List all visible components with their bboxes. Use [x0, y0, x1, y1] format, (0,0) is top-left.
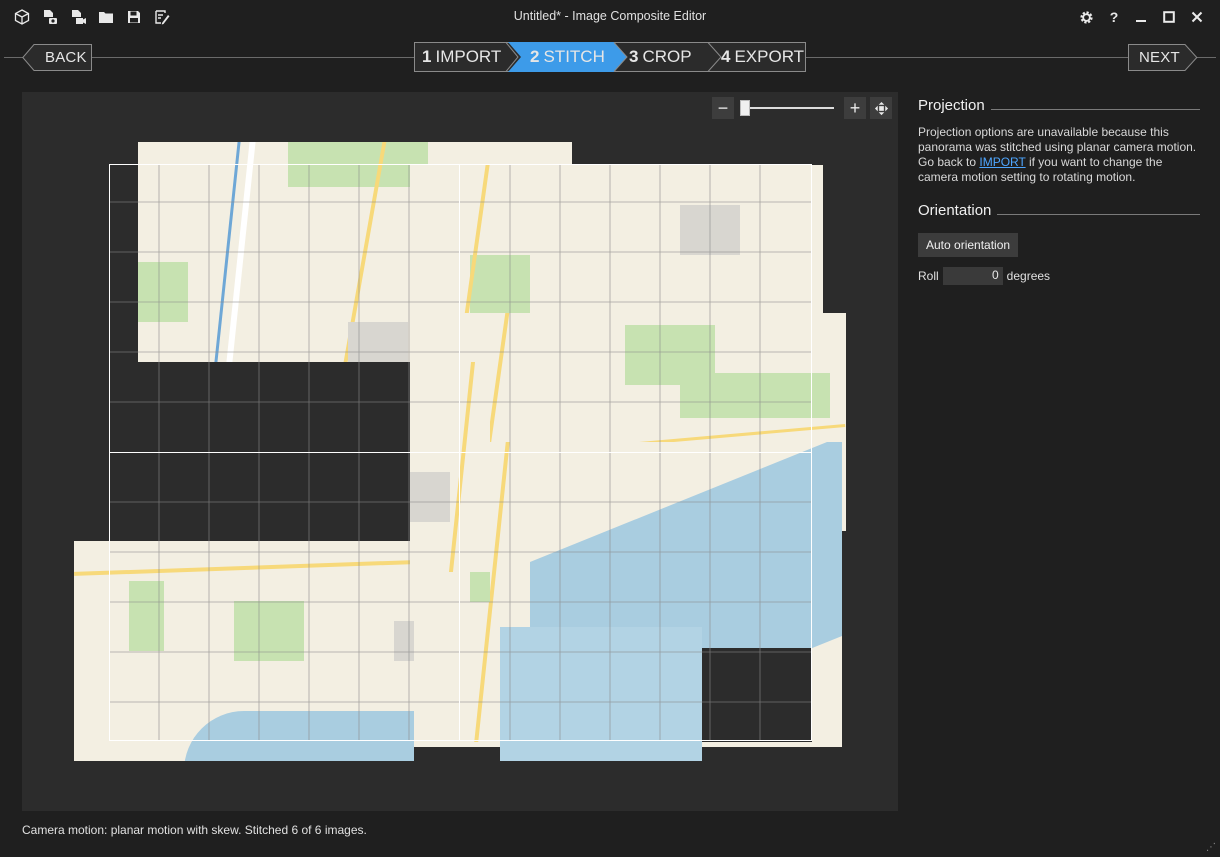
zoom-out-button[interactable]: −: [712, 97, 734, 119]
new-from-images-icon[interactable]: [41, 8, 59, 26]
maximize-icon[interactable]: [1158, 6, 1180, 28]
step-crop[interactable]: 3 CROP: [629, 47, 692, 67]
preview-canvas[interactable]: − +: [22, 92, 898, 811]
roll-label: Roll: [918, 269, 939, 283]
nav-divider: [806, 57, 1128, 58]
minimize-icon[interactable]: [1130, 6, 1152, 28]
new-from-video-icon[interactable]: [69, 8, 87, 26]
roll-unit: degrees: [1006, 269, 1051, 283]
zoom-slider-track[interactable]: [740, 107, 834, 109]
orientation-heading: Orientation: [918, 202, 998, 219]
publish-icon[interactable]: [153, 8, 171, 26]
zoom-slider-thumb[interactable]: [740, 100, 750, 116]
new-panorama-icon[interactable]: [13, 8, 31, 26]
save-icon[interactable]: [125, 8, 143, 26]
next-label: NEXT: [1139, 49, 1180, 66]
back-label: BACK: [45, 49, 87, 66]
roll-input[interactable]: 0: [942, 267, 1003, 285]
fit-to-window-icon[interactable]: [870, 97, 892, 119]
import-link[interactable]: IMPORT: [979, 155, 1025, 169]
roll-row: Roll 0 degrees: [918, 267, 1200, 285]
zoom-in-button[interactable]: +: [844, 97, 866, 119]
auto-orientation-button[interactable]: Auto orientation: [918, 233, 1019, 257]
nav-divider: [1196, 57, 1216, 58]
step-import[interactable]: 1 IMPORT: [422, 47, 501, 67]
nav-divider: [4, 57, 24, 58]
close-icon[interactable]: [1186, 6, 1208, 28]
step-stitch[interactable]: 2 STITCH: [530, 47, 605, 67]
status-bar-text: Camera motion: planar motion with skew. …: [22, 823, 367, 837]
open-icon[interactable]: [97, 8, 115, 26]
wizard-steps: 1 IMPORT 2 STITCH 3 CROP 4 EXPORT: [414, 42, 806, 72]
settings-panel: Projection Projection options are unavai…: [918, 92, 1200, 285]
next-button[interactable]: NEXT: [1128, 44, 1198, 71]
projection-heading: Projection: [918, 97, 991, 114]
grid-overlay: [109, 164, 812, 741]
gear-icon[interactable]: [1075, 6, 1097, 28]
resize-grip-icon[interactable]: ⋰: [1206, 842, 1216, 853]
step-export[interactable]: 4 EXPORT: [721, 47, 804, 67]
zoom-controls: − +: [712, 97, 892, 119]
help-icon[interactable]: ?: [1103, 6, 1125, 28]
back-button[interactable]: BACK: [22, 44, 92, 71]
orientation-header: Orientation: [918, 197, 1200, 223]
projection-description: Projection options are unavailable becau…: [918, 125, 1197, 184]
title-bar: Untitled* - Image Composite Editor ?: [0, 0, 1220, 34]
nav-divider: [92, 57, 414, 58]
projection-header: Projection: [918, 92, 1200, 118]
window-title: Untitled* - Image Composite Editor: [513, 9, 707, 23]
